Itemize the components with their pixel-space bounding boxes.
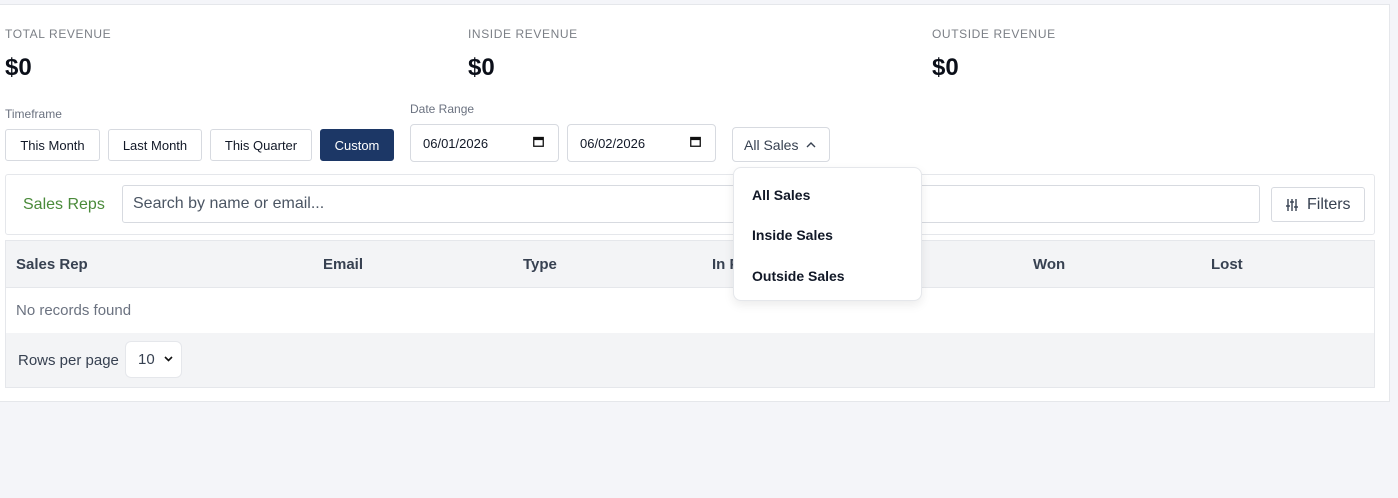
calendar-icon[interactable]: [533, 136, 544, 147]
start-date-input[interactable]: 06/01/2026: [410, 124, 559, 162]
menu-item-inside-sales[interactable]: Inside Sales: [752, 227, 833, 243]
sales-type-selected: All Sales: [744, 136, 799, 153]
menu-item-outside-sales[interactable]: Outside Sales: [752, 268, 845, 284]
column-lost[interactable]: Lost: [1211, 256, 1243, 273]
table-footer: Rows per page 10: [6, 333, 1374, 387]
end-date-value: 06/02/2026: [580, 135, 646, 151]
table-header: Sales Rep Email Type In P Won Lost: [6, 241, 1374, 288]
total-revenue-stat: TOTAL REVENUE $0: [5, 27, 111, 82]
end-date-input[interactable]: 06/02/2026: [567, 124, 716, 162]
sliders-icon: [1286, 198, 1298, 211]
this-month-button[interactable]: This Month: [5, 129, 100, 161]
calendar-icon[interactable]: [690, 136, 701, 147]
sales-type-dropdown[interactable]: All Sales: [732, 127, 830, 162]
sales-reps-panel: Sales Reps Search by name or email... Fi…: [5, 174, 1375, 235]
filters-label: Filters: [1307, 195, 1351, 213]
stat-label: INSIDE REVENUE: [468, 27, 578, 41]
search-placeholder: Search by name or email...: [133, 195, 325, 212]
filters-button[interactable]: Filters: [1271, 187, 1365, 222]
rows-per-page-select[interactable]: 10: [125, 341, 182, 378]
custom-button[interactable]: Custom: [320, 129, 394, 161]
stat-label: TOTAL REVENUE: [5, 27, 112, 41]
rows-per-page-label: Rows per page: [18, 352, 119, 369]
column-email[interactable]: Email: [323, 256, 363, 273]
chevron-down-icon: [164, 356, 173, 362]
this-quarter-button[interactable]: This Quarter: [210, 129, 312, 161]
sales-reps-title: Sales Reps: [23, 196, 105, 213]
stat-value: $0: [932, 54, 959, 81]
timeframe-label: Timeframe: [5, 107, 62, 121]
revenue-dashboard-card: TOTAL REVENUE $0 INSIDE REVENUE $0 OUTSI…: [0, 4, 1390, 402]
rows-per-page-value: 10: [138, 351, 155, 368]
inside-revenue-stat: INSIDE REVENUE $0: [468, 27, 578, 82]
outside-revenue-stat: OUTSIDE REVENUE $0: [932, 27, 1056, 82]
sales-reps-table: Sales Rep Email Type In P Won Lost No re…: [5, 240, 1375, 388]
empty-state-text: No records found: [16, 302, 132, 319]
column-type[interactable]: Type: [523, 256, 557, 273]
date-range-label: Date Range: [410, 102, 475, 116]
start-date-value: 06/01/2026: [423, 135, 489, 151]
search-input[interactable]: Search by name or email...: [122, 185, 1260, 223]
stat-value: $0: [5, 54, 32, 81]
chevron-up-icon: [806, 141, 816, 147]
column-won[interactable]: Won: [1033, 256, 1065, 273]
stat-value: $0: [468, 54, 495, 81]
column-sales-rep[interactable]: Sales Rep: [16, 256, 88, 273]
sales-type-menu: All Sales Inside Sales Outside Sales: [733, 167, 922, 301]
menu-item-all-sales[interactable]: All Sales: [752, 187, 810, 203]
stat-label: OUTSIDE REVENUE: [932, 27, 1056, 41]
last-month-button[interactable]: Last Month: [108, 129, 202, 161]
